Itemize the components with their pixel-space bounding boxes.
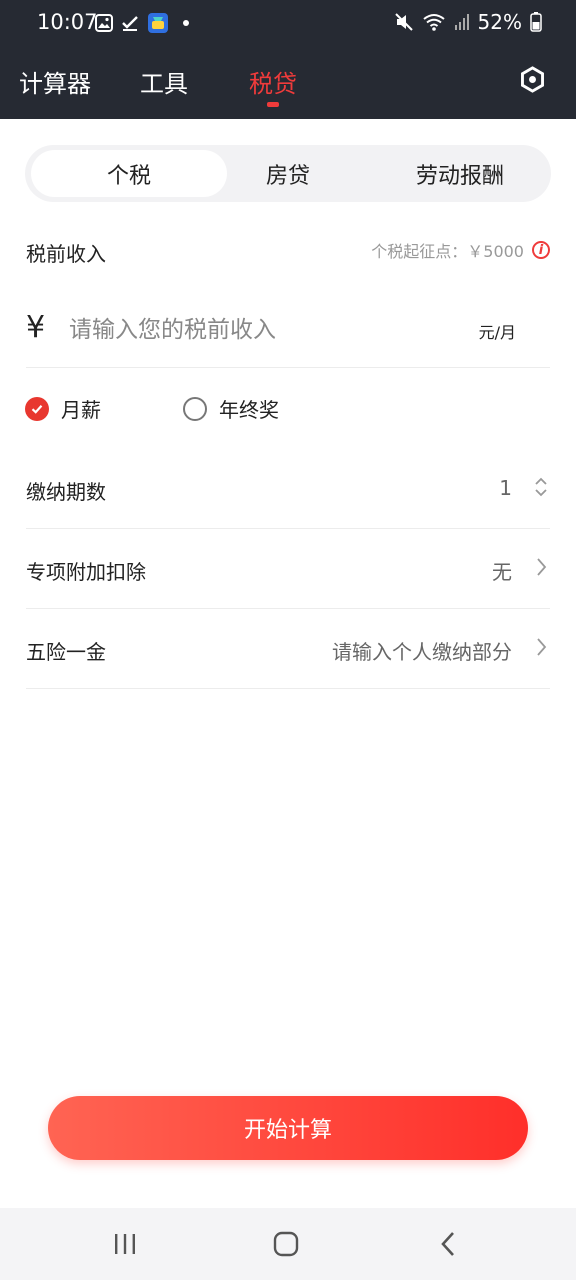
system-nav-bar [0, 1208, 576, 1280]
row-special-deductions-value: 无 [492, 560, 512, 584]
active-tab-indicator [267, 102, 279, 107]
radio-unchecked-icon[interactable] [183, 396, 207, 421]
radio-monthly-salary[interactable]: 月薪 [25, 394, 101, 423]
tab-calculator[interactable]: 计算器 [19, 64, 91, 99]
chevron-right-icon[interactable] [534, 636, 548, 658]
check-task-icon [122, 16, 138, 31]
calc-type-segment: 个税 房贷 劳动报酬 [25, 145, 551, 202]
income-input-row: ¥ 元/月 [26, 300, 550, 368]
row-social-insurance[interactable]: 五险一金 请输入个人缴纳部分 [26, 608, 550, 689]
gallery-icon [95, 14, 113, 32]
row-payment-periods-label: 缴纳期数 [26, 480, 106, 504]
threshold-hint-text: 个税起征点：￥5000 [371, 242, 524, 261]
row-special-deductions[interactable]: 专项附加扣除 无 [26, 528, 550, 609]
row-special-deductions-label: 专项附加扣除 [26, 560, 146, 584]
row-payment-periods[interactable]: 缴纳期数 1 [26, 448, 550, 529]
radio-year-end-bonus-label: 年终奖 [219, 398, 279, 422]
pretax-income-input[interactable] [69, 310, 429, 350]
yen-symbol: ¥ [26, 310, 46, 345]
status-right: 52% [394, 10, 542, 34]
battery-icon [530, 12, 542, 32]
stepper-icon[interactable] [534, 476, 548, 498]
wifi-icon [422, 14, 445, 31]
signal-icon [454, 14, 469, 30]
row-social-insurance-label: 五险一金 [26, 640, 106, 664]
home-icon[interactable] [266, 1226, 306, 1262]
segment-income-tax[interactable]: 个税 [31, 150, 227, 197]
status-bar: 10:07 52% [0, 0, 576, 46]
top-bar: 10:07 52% 计算器 工具 税贷 [0, 0, 576, 119]
status-time: 10:07 [37, 10, 98, 34]
pretax-income-label: 税前收入 [26, 242, 106, 266]
radio-checked-icon[interactable] [25, 396, 49, 421]
more-notifications-dot-icon [183, 20, 189, 26]
settings-icon[interactable] [519, 66, 546, 93]
tab-tools[interactable]: 工具 [140, 64, 188, 99]
chevron-right-icon[interactable] [534, 556, 548, 578]
start-calculation-button[interactable]: 开始计算 [48, 1096, 528, 1160]
row-payment-periods-value[interactable]: 1 [499, 476, 512, 500]
battery-percent: 52% [477, 10, 522, 34]
tab-tax-loan[interactable]: 税贷 [249, 64, 297, 99]
income-unit: 元/月 [478, 323, 516, 342]
notification-icons [95, 12, 189, 34]
segment-labor-remuneration[interactable]: 劳动报酬 [375, 150, 545, 197]
recent-apps-icon[interactable] [105, 1226, 145, 1262]
row-social-insurance-value[interactable]: 请输入个人缴纳部分 [332, 636, 512, 665]
info-icon[interactable]: i [532, 241, 550, 259]
threshold-hint: 个税起征点：￥5000 i [371, 238, 550, 262]
mute-icon [394, 13, 413, 31]
back-icon[interactable] [428, 1226, 468, 1262]
segment-mortgage[interactable]: 房贷 [203, 150, 373, 197]
app-notification-icon [148, 13, 168, 33]
top-nav: 计算器 工具 税贷 [0, 55, 576, 110]
radio-monthly-salary-label: 月薪 [61, 398, 101, 422]
radio-year-end-bonus[interactable]: 年终奖 [183, 394, 279, 423]
